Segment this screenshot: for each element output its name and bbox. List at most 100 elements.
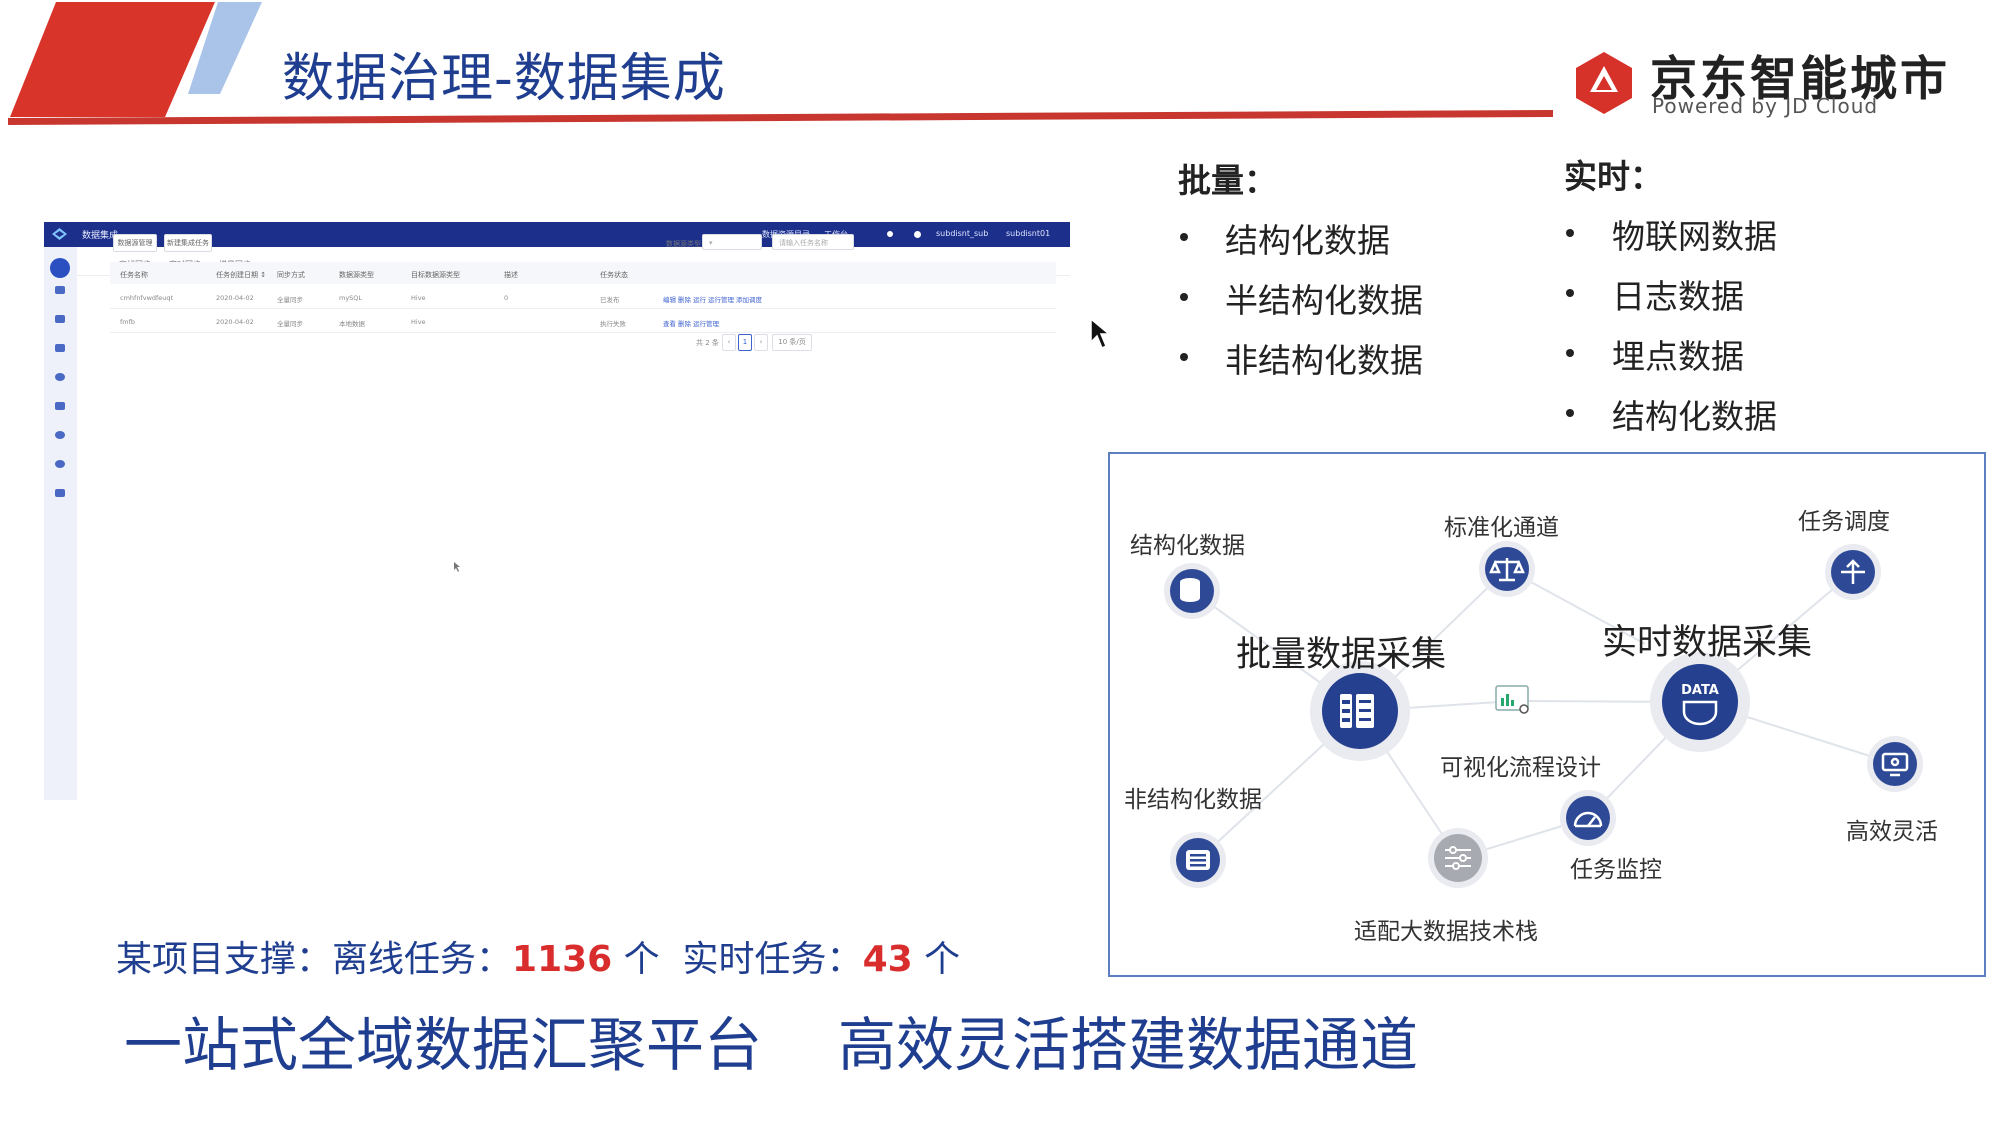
bell-icon[interactable]	[887, 231, 893, 237]
op-run-manage[interactable]: 运行管理	[693, 318, 719, 328]
cell-target-type: Hive	[411, 294, 426, 302]
th-description: 描述	[504, 271, 518, 279]
op-view[interactable]: 查看	[663, 318, 676, 328]
title-underline	[8, 110, 1553, 125]
datasource-type-select[interactable]: ▾	[702, 234, 762, 250]
offline-count: 1136	[512, 939, 613, 980]
slide-title: 数据治理-数据集成	[282, 49, 726, 109]
tagline-platform: 一站式全域数据汇聚平台	[124, 1011, 763, 1079]
bullet-dot	[1566, 349, 1574, 357]
sliders-icon	[1445, 846, 1471, 870]
cell-source-type: 本地数据	[339, 320, 365, 328]
bullet-dot	[1180, 293, 1188, 301]
op-run-manage[interactable]: 运行管理	[708, 294, 734, 304]
realtime-item: 日志数据	[1612, 277, 1744, 316]
pagination-total: 共 2 条	[696, 339, 719, 347]
datasource-manage-button[interactable]: 数据源管理	[113, 234, 157, 252]
new-task-button[interactable]: 新建集成任务	[164, 234, 212, 252]
label-efficient: 高效灵活	[1846, 819, 1938, 845]
label-bigdata-stack: 适配大数据技术栈	[1354, 919, 1538, 945]
pagination-prev[interactable]: ‹	[722, 334, 736, 351]
task-monitor-node	[1566, 796, 1610, 840]
cell-status: 已发布	[600, 296, 620, 304]
app-logo-icon	[52, 228, 67, 240]
search-input[interactable]: 请输入任务名称	[772, 234, 854, 250]
realtime-item: 结构化数据	[1612, 397, 1777, 436]
label-unstructured: 非结构化数据	[1124, 787, 1262, 813]
cell-description: 0	[504, 294, 509, 302]
batch-item: 半结构化数据	[1225, 281, 1423, 320]
filter-label: 数据源类型	[666, 240, 701, 248]
cell-sync-mode: 全量同步	[277, 296, 303, 304]
stats-suffix: 个	[912, 939, 961, 980]
table-header: 任务名称 任务创建日期 ↕ 同步方式 数据源类型 目标数据源类型 描述 任务状态	[110, 262, 1056, 284]
th-target-type: 目标数据源类型	[411, 271, 460, 279]
bullet-dot	[1566, 409, 1574, 417]
user-icon[interactable]	[55, 489, 65, 497]
th-sync-mode: 同步方式	[277, 271, 305, 279]
op-delete[interactable]: 删除	[678, 294, 691, 304]
table-row: cmhfnfvwdfeuqt 2020-04-02 全量同步 mySQL Hiv…	[110, 284, 1056, 309]
realtime-heading: 实时：	[1564, 157, 1663, 196]
pie-icon[interactable]	[55, 373, 65, 381]
th-task-name: 任务名称	[120, 271, 148, 279]
stats-mid: 个 实时任务：	[612, 939, 863, 980]
table-row: fmfb 2020-04-02 全量同步 本地数据 Hive 执行失败 查看 删…	[110, 308, 1056, 333]
topnav-tenant[interactable]: subdisnt_sub	[936, 229, 988, 238]
cell-target-type: Hive	[411, 318, 426, 326]
data-text-label: DATA	[1681, 683, 1719, 698]
pagination-next[interactable]: ›	[754, 334, 768, 351]
batch-heading: 批量：	[1178, 161, 1277, 200]
realtime-item: 物联网数据	[1612, 217, 1777, 256]
label-task-monitor: 任务监控	[1570, 857, 1662, 883]
shuffle-icon[interactable]	[55, 344, 65, 352]
th-status: 任务状态	[600, 271, 628, 279]
bullet-dot	[1180, 233, 1188, 241]
chart-eye-icon	[1495, 685, 1529, 714]
grid-icon[interactable]	[55, 286, 65, 294]
bullet-dot	[1180, 353, 1188, 361]
label-std-channel: 标准化通道	[1444, 515, 1559, 541]
batch-collect-icon	[1340, 694, 1374, 728]
batch-item: 结构化数据	[1225, 221, 1390, 260]
cell-task-name: cmhfnfvwdfeuqt	[120, 294, 174, 302]
label-structured: 结构化数据	[1130, 533, 1245, 559]
op-add-schedule[interactable]: 添加调度	[736, 294, 762, 304]
batch-item: 非结构化数据	[1225, 341, 1423, 380]
mouse-cursor-icon	[1090, 318, 1112, 350]
compass-icon[interactable]	[55, 460, 65, 468]
realtime-count: 43	[862, 939, 913, 980]
label-realtime-collect: 实时数据采集	[1602, 623, 1813, 663]
op-delete[interactable]: 删除	[678, 318, 691, 328]
realtime-item: 埋点数据	[1612, 337, 1744, 376]
th-source-type: 数据源类型	[339, 271, 374, 279]
red-slant-banner	[10, 2, 215, 117]
cloud-icon[interactable]	[55, 315, 65, 323]
cell-date: 2020-04-02	[216, 318, 254, 326]
pagination-current[interactable]: 1	[738, 334, 752, 351]
small-cursor-icon	[454, 562, 460, 572]
tagline-channel: 高效灵活搭建数据通道	[838, 1011, 1419, 1079]
list-icon[interactable]	[55, 402, 65, 410]
globe-icon[interactable]	[55, 431, 65, 439]
cell-status: 执行失败	[600, 320, 626, 328]
label-batch-collect: 批量数据采集	[1236, 635, 1447, 675]
document-icon	[1186, 850, 1210, 870]
th-created-date[interactable]: 任务创建日期 ↕	[216, 270, 266, 280]
stats-prefix: 某项目支撑：离线任务：	[116, 939, 513, 980]
help-icon[interactable]	[914, 231, 921, 238]
op-run[interactable]: 运行	[693, 294, 706, 304]
brand-subtitle: Powered by JD Cloud	[1652, 94, 1879, 118]
jd-logo-icon	[1576, 52, 1632, 114]
cell-sync-mode: 全量同步	[277, 320, 303, 328]
op-edit[interactable]: 编辑	[663, 294, 676, 304]
topnav-user[interactable]: subdisnt01	[1006, 229, 1050, 238]
cell-source-type: mySQL	[339, 294, 363, 302]
label-visual-flow: 可视化流程设计	[1440, 755, 1601, 781]
pagination-size-select[interactable]: 10 条/页	[772, 334, 812, 351]
cell-task-name: fmfb	[120, 318, 136, 326]
embedded-app-screenshot: 数据集成 数据资源目录 工作台 subdisnt_sub subdisnt01 …	[44, 222, 1070, 800]
label-task-schedule: 任务调度	[1798, 509, 1890, 535]
home-icon[interactable]	[50, 258, 70, 278]
app-sidebar	[44, 247, 77, 800]
